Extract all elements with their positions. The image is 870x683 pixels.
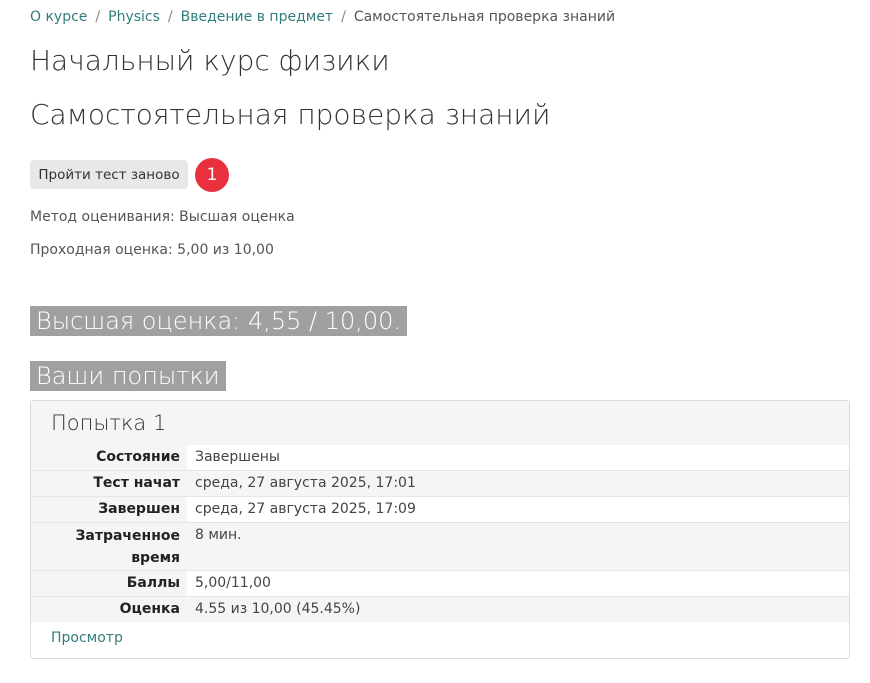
table-row: Затраченное время 8 мин. [31,522,849,571]
row-value-time-taken: 8 мин. [187,522,849,571]
breadcrumb-link-physics[interactable]: Physics [108,9,160,25]
attempt-details-table: Состояние Завершены Тест начат среда, 27… [31,445,849,622]
breadcrumb: О курсе / Physics / Введение в предмет / Самос… [30,9,615,25]
table-row: Завершен среда, 27 августа 2025, 17:09 [31,496,849,523]
row-label-completed: Завершен [31,496,187,523]
passing-grade-text: Проходная оценка: 5,00 из 10,00 [30,242,274,258]
row-value-completed: среда, 27 августа 2025, 17:09 [187,496,849,523]
table-row: Тест начат среда, 27 августа 2025, 17:01 [31,470,849,497]
breadcrumb-separator: / [167,9,173,25]
breadcrumb-link-intro[interactable]: Введение в предмет [181,9,333,25]
row-label-started: Тест начат [31,470,187,497]
table-row: Баллы 5,00/11,00 [31,570,849,597]
row-label-marks: Баллы [31,570,187,597]
row-value-state: Завершены [187,445,849,471]
retake-quiz-button[interactable]: Пройти тест заново [30,160,188,189]
course-title: Начальный курс физики [30,44,390,77]
attempt-title: Попытка 1 [51,411,167,435]
page-title: Самостоятельная проверка знаний [30,98,551,131]
row-value-started: среда, 27 августа 2025, 17:01 [187,470,849,497]
attempts-heading: Ваши попытки [30,361,226,391]
row-label-time-taken: Затраченное время [31,522,187,571]
row-value-grade: 4.55 из 10,00 (45.45%) [187,596,849,622]
table-row: Оценка 4.55 из 10,00 (45.45%) [31,596,849,622]
breadcrumb-current: Самостоятельная проверка знаний [353,9,616,25]
breadcrumb-link-about-course[interactable]: О курсе [30,9,87,25]
grading-method-text: Метод оценивания: Высшая оценка [30,209,295,225]
row-label-grade: Оценка [31,596,187,622]
breadcrumb-separator: / [95,9,101,25]
breadcrumb-separator: / [341,9,346,25]
review-link[interactable]: Просмотр [51,630,123,646]
notification-badge: 1 [195,158,229,192]
best-grade-heading: Высшая оценка: 4,55 / 10,00. [30,306,408,336]
table-row: Состояние Завершены [31,445,849,471]
row-label-state: Состояние [31,445,187,471]
attempt-card: Попытка 1 Состояние Завершены Тест начат… [30,400,850,659]
row-value-marks: 5,00/11,00 [187,570,849,597]
